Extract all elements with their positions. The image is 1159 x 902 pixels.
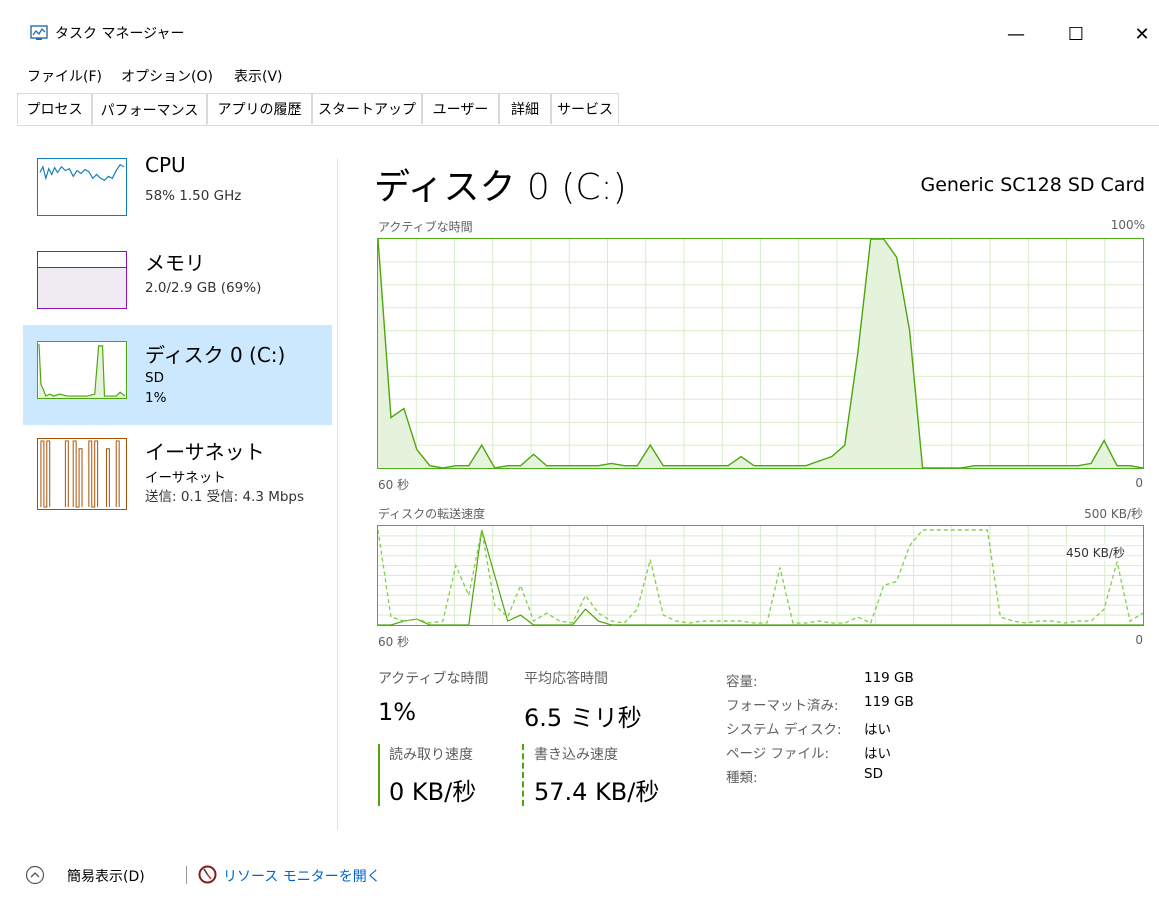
capacity-label: 容量:	[726, 674, 758, 690]
menu-file[interactable]: ファイル(F)	[27, 66, 102, 86]
tab-app-history[interactable]: アプリの履歴	[207, 93, 312, 124]
chevron-up-icon[interactable]	[25, 865, 45, 885]
panel-divider	[337, 158, 338, 830]
active-time-grid	[378, 239, 1143, 468]
sidebar-ethernet-name: イーサネット	[145, 470, 226, 486]
transfer-rate-graph-duration: 60 秒	[378, 635, 410, 649]
memory-fill	[38, 267, 126, 308]
tab-bar: プロセス パフォーマンス アプリの履歴 スタートアップ ユーザー 詳細 サービス	[17, 93, 1159, 126]
page-file-label: ページ ファイル:	[726, 746, 830, 762]
sidebar-memory-title: メモリ	[145, 251, 205, 275]
disk-thumbnail-graph	[37, 341, 127, 399]
sidebar-disk-usage: 1%	[145, 390, 167, 406]
active-time-graph-duration: 60 秒	[378, 478, 410, 492]
sidebar-disk-title: ディスク 0 (C:)	[145, 343, 286, 367]
sidebar-item-disk[interactable]: ディスク 0 (C:) SD 1%	[23, 325, 332, 425]
transfer-rate-graph	[377, 525, 1144, 626]
maximize-icon: ☐	[1067, 23, 1085, 45]
sidebar-cpu-usage: 58% 1.50 GHz	[145, 188, 242, 204]
transfer-rate-graph-max: 500 KB/秒	[1084, 507, 1143, 521]
resource-monitor-icon	[198, 865, 217, 884]
window-title: タスク マネージャー	[55, 26, 185, 42]
sidebar-item-memory[interactable]: メモリ 2.0/2.9 GB (69%)	[23, 227, 332, 325]
footer: 簡易表示(D) リソース モニターを開く	[0, 854, 1159, 894]
sidebar-memory-usage: 2.0/2.9 GB (69%)	[145, 280, 262, 296]
tab-processes[interactable]: プロセス	[17, 93, 92, 124]
transfer-rate-graph-label: ディスクの転送速度	[378, 507, 486, 521]
transfer-rate-graph-scale: 450 KB/秒	[1066, 544, 1125, 561]
response-time-label: 平均応答時間	[524, 671, 608, 687]
sidebar-ethernet-title: イーサネット	[145, 440, 265, 464]
tab-startup[interactable]: スタートアップ	[312, 93, 422, 124]
tab-users[interactable]: ユーザー	[422, 93, 499, 124]
response-time-value: 6.5 ミリ秒	[524, 704, 642, 732]
write-speed-indicator	[522, 744, 524, 806]
page-file-value: はい	[864, 746, 891, 762]
minimize-icon: —	[1007, 23, 1025, 45]
menu-view[interactable]: 表示(V)	[234, 66, 283, 86]
transfer-rate-grid	[378, 526, 1143, 625]
sidebar-cpu-title: CPU	[145, 153, 186, 177]
active-time-graph-min: 0	[1135, 476, 1143, 490]
resource-monitor-link[interactable]: リソース モニターを開く	[223, 866, 381, 886]
disk-type-label: 種類:	[726, 770, 758, 786]
system-disk-label: システム ディスク:	[726, 722, 842, 738]
disk-model: Generic SC128 SD Card	[920, 174, 1145, 196]
footer-separator	[186, 866, 187, 884]
active-time-value: 1%	[378, 698, 417, 726]
active-time-graph	[377, 238, 1144, 469]
capacity-value: 119 GB	[864, 670, 914, 686]
task-manager-app-icon	[30, 25, 48, 40]
read-speed-value: 0 KB/秒	[389, 778, 477, 806]
write-speed-label: 書き込み速度	[534, 747, 618, 763]
ethernet-thumbnail-graph	[37, 438, 127, 510]
tab-services[interactable]: サービス	[551, 93, 619, 124]
read-speed-label: 読み取り速度	[389, 747, 473, 763]
active-time-graph-label: アクティブな時間	[378, 220, 473, 234]
close-button[interactable]: ✕	[1119, 14, 1159, 54]
transfer-rate-graph-min: 0	[1135, 633, 1143, 647]
active-time-label: アクティブな時間	[378, 671, 489, 687]
minimize-button[interactable]: —	[993, 14, 1039, 54]
active-time-graph-max: 100%	[1110, 218, 1145, 232]
memory-thumbnail-graph	[37, 251, 127, 309]
simple-view-link[interactable]: 簡易表示(D)	[67, 866, 145, 886]
formatted-label: フォーマット済み:	[726, 698, 839, 714]
read-speed-indicator	[378, 744, 380, 806]
disk-type-value: SD	[864, 766, 883, 782]
menu-bar: ファイル(F) オプション(O) 表示(V)	[0, 60, 1159, 88]
tab-performance[interactable]: パフォーマンス	[92, 93, 207, 125]
write-speed-value: 57.4 KB/秒	[534, 778, 660, 806]
tab-details[interactable]: 詳細	[499, 93, 551, 124]
maximize-button[interactable]: ☐	[1053, 14, 1099, 54]
system-disk-value: はい	[864, 722, 891, 738]
sidebar-disk-type: SD	[145, 370, 164, 386]
title-bar: タスク マネージャー — ☐ ✕	[0, 0, 1159, 58]
sidebar-item-ethernet[interactable]: イーサネット イーサネット 送信: 0.1 受信: 4.3 Mbps	[23, 428, 332, 526]
cpu-thumbnail-graph	[37, 158, 127, 216]
close-icon: ✕	[1134, 23, 1150, 45]
disk-title: ディスク 0 (C:)	[374, 167, 627, 208]
sidebar-ethernet-throughput: 送信: 0.1 受信: 4.3 Mbps	[145, 489, 305, 505]
menu-options[interactable]: オプション(O)	[121, 66, 213, 86]
formatted-value: 119 GB	[864, 694, 914, 710]
